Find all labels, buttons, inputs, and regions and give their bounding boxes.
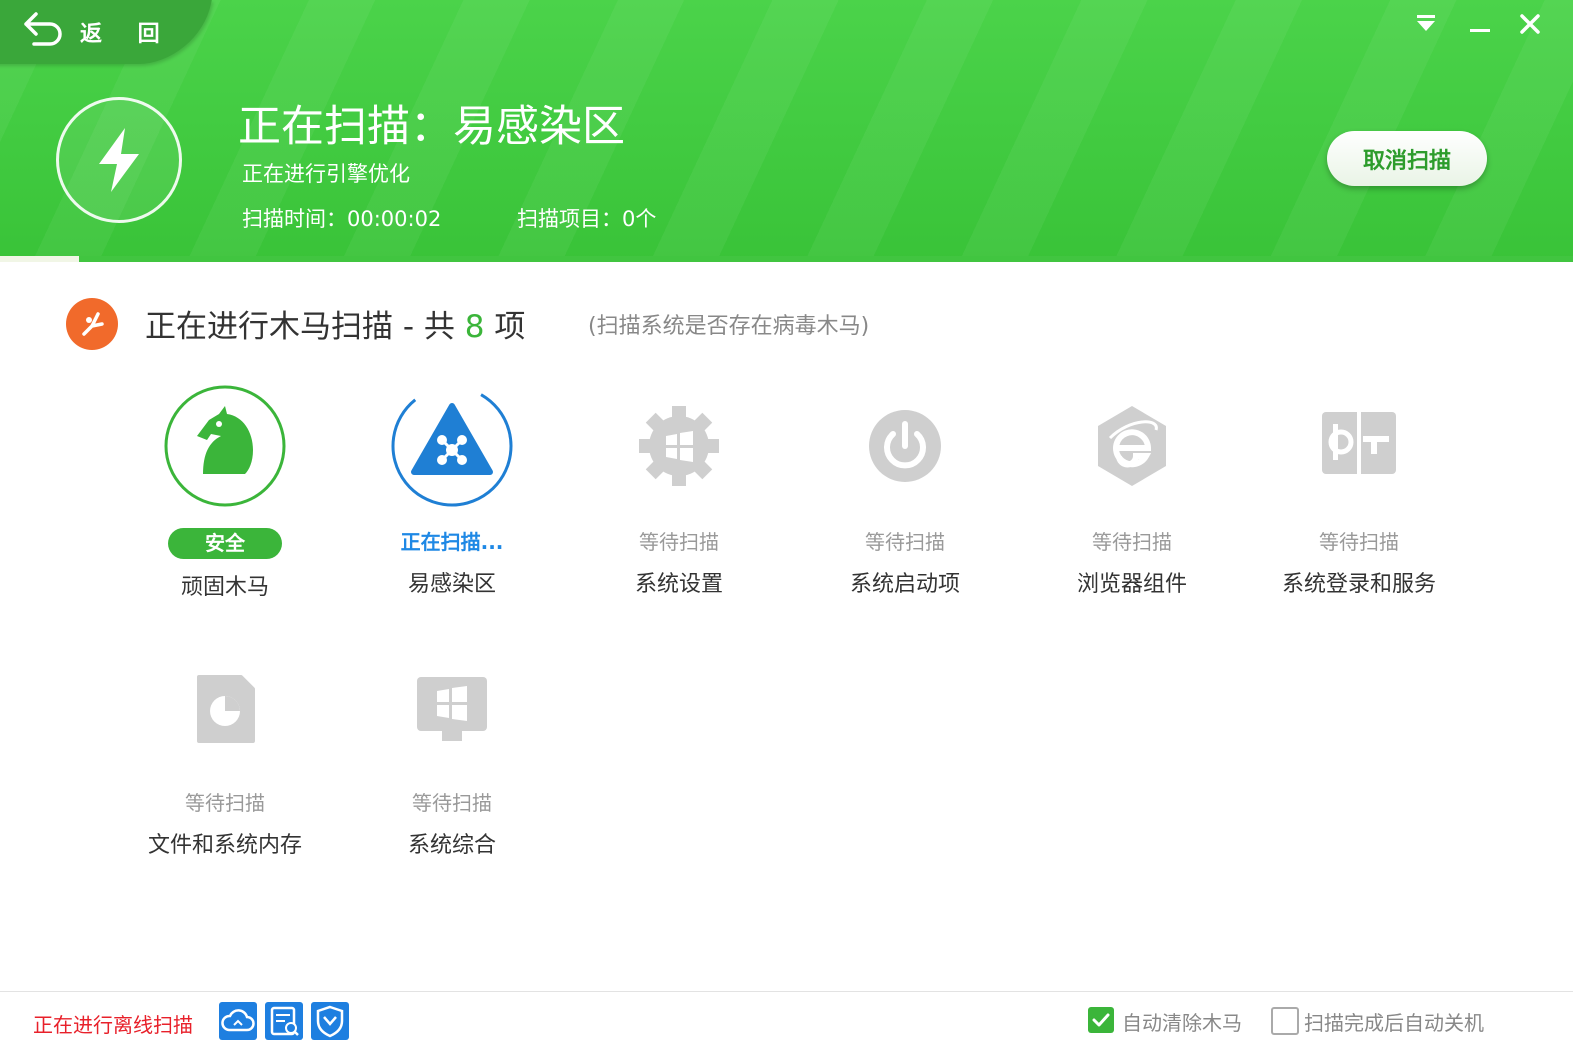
back-label: 返 回 <box>80 22 174 47</box>
windows-gear-icon <box>617 384 741 508</box>
scan-item-system-settings[interactable]: 等待扫描 系统设置 <box>579 384 779 598</box>
item-name: 系统综合 <box>407 833 496 858</box>
scan-item-stubborn-trojan[interactable]: 安全 顽固木马 <box>125 384 325 601</box>
trojan-scan-icon <box>66 298 118 350</box>
ie-browser-icon <box>1070 384 1194 508</box>
scan-item-login-services[interactable]: 等待扫描 系统登录和服务 <box>1259 384 1459 598</box>
scan-item-browser-components[interactable]: 等待扫描 浏览器组件 <box>1032 384 1232 598</box>
offline-scan-status: 正在进行离线扫描 <box>33 1013 193 1037</box>
progress-fill <box>0 256 79 262</box>
header-background <box>0 0 1573 262</box>
section-title-prefix: 正在进行木马扫描 - 共 <box>145 309 465 345</box>
back-button[interactable]: 返 回 <box>20 10 174 54</box>
item-status-waiting: 等待扫描 <box>412 791 492 815</box>
windows-monitor-icon <box>390 645 514 769</box>
section-title: 正在进行木马扫描 - 共 8 项 <box>145 301 525 346</box>
scan-item-startup-items[interactable]: 等待扫描 系统启动项 <box>805 384 1005 598</box>
shield-engine-icon[interactable] <box>311 1002 349 1040</box>
login-service-icon <box>1297 384 1421 508</box>
scan-time: 扫描时间：00:00:02 <box>242 207 442 231</box>
file-memory-icon <box>163 645 287 769</box>
item-status-safe: 安全 <box>168 528 282 559</box>
lightning-icon <box>99 128 139 192</box>
item-status-waiting: 等待扫描 <box>1092 530 1172 554</box>
item-name: 系统登录和服务 <box>1281 572 1436 597</box>
item-status-waiting: 等待扫描 <box>865 530 945 554</box>
item-status-scanning: 正在扫描... <box>400 530 504 554</box>
item-name: 系统设置 <box>634 572 723 597</box>
item-status-waiting: 等待扫描 <box>1319 530 1399 554</box>
auto-shutdown-label[interactable]: 扫描完成后自动关机 <box>1304 1007 1484 1036</box>
network-triangle-icon <box>390 384 514 508</box>
local-engine-icon[interactable] <box>265 1002 303 1040</box>
close-icon[interactable] <box>1512 6 1548 42</box>
item-name: 易感染区 <box>407 572 496 597</box>
scan-item-infection-area[interactable]: 正在扫描... 易感染区 <box>352 384 552 598</box>
scan-item-file-memory[interactable]: 等待扫描 文件和系统内存 <box>125 645 325 859</box>
item-name: 系统启动项 <box>849 572 960 597</box>
scan-title: 正在扫描：易感染区 <box>238 102 625 152</box>
auto-clean-checkbox[interactable] <box>1088 1007 1114 1033</box>
power-icon <box>843 384 967 508</box>
item-name: 顽固木马 <box>180 575 269 600</box>
cancel-scan-button[interactable]: 取消扫描 <box>1327 131 1487 186</box>
section-item-count: 8 <box>464 309 485 345</box>
progress-track <box>0 256 1573 262</box>
auto-shutdown-checkbox[interactable] <box>1271 1007 1299 1035</box>
item-status-waiting: 等待扫描 <box>185 791 265 815</box>
item-name: 浏览器组件 <box>1076 572 1187 597</box>
item-status-waiting: 等待扫描 <box>639 530 719 554</box>
scan-status-circle <box>56 97 182 223</box>
scan-header: 返 回 正在扫描：易感染区 正在进行引擎优化 扫描时间：00:00:02 扫描项… <box>0 0 1573 262</box>
section-title-suffix: 项 <box>484 309 526 345</box>
horse-icon <box>163 384 287 508</box>
cloud-engine-icon[interactable] <box>219 1002 257 1040</box>
back-arrow-icon <box>20 10 66 54</box>
scan-item-system-comprehensive[interactable]: 等待扫描 系统综合 <box>352 645 552 859</box>
menu-dropdown-icon[interactable] <box>1408 6 1444 42</box>
scan-subtitle: 正在进行引擎优化 <box>242 162 410 186</box>
item-name: 文件和系统内存 <box>147 833 302 858</box>
scan-items-count: 扫描项目：0个 <box>517 207 657 231</box>
minimize-icon[interactable] <box>1462 6 1498 42</box>
auto-clean-label[interactable]: 自动清除木马 <box>1122 1007 1242 1036</box>
footer-divider <box>0 991 1573 992</box>
section-note: (扫描系统是否存在病毒木马) <box>588 314 870 339</box>
